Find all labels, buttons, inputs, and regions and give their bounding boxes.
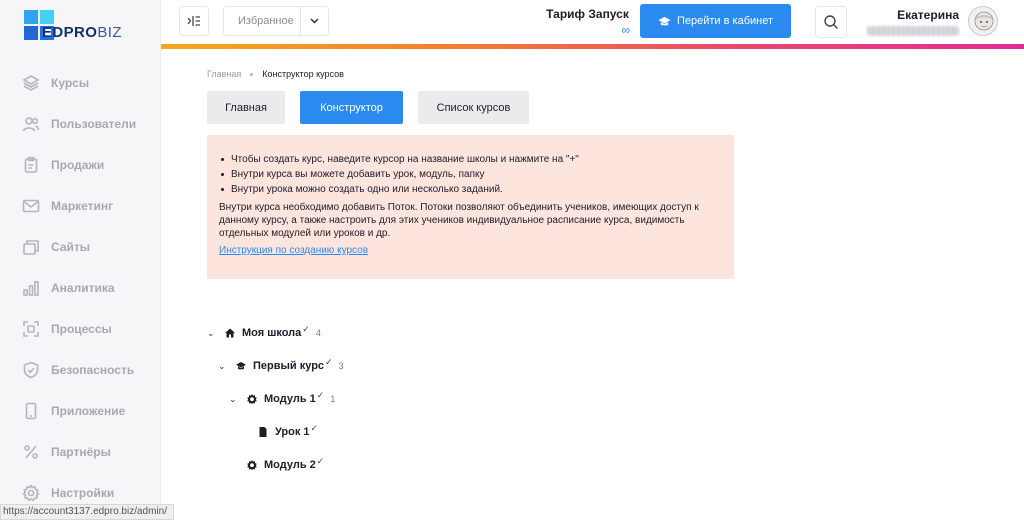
tariff-info: Тариф Запуск ∞: [545, 7, 630, 37]
sidebar-item-label: Сайты: [51, 239, 90, 254]
tree-node-label: Модуль 1: [264, 393, 316, 405]
home-icon: [224, 327, 236, 339]
sidebar-item-analytics[interactable]: Аналитика: [0, 267, 160, 308]
main-content: Главная Конструктор курсов Главная Конст…: [161, 49, 1024, 520]
status-bar-url: https://account3137.edpro.biz/admin/: [0, 504, 174, 520]
tree-node-count: 1: [330, 394, 336, 404]
tree-node-course[interactable]: ⌄ Первый курс ✓ 3: [218, 356, 344, 373]
user-email-blurred: [867, 26, 959, 36]
tab-main[interactable]: Главная: [207, 91, 285, 124]
topbar: Избранное Тариф Запуск ∞ Перейти в кабин…: [161, 0, 1024, 44]
sidebar-item-label: Аналитика: [51, 280, 115, 295]
favorites-label: Избранное: [238, 15, 294, 27]
sidebar-item-label: Приложение: [51, 403, 126, 418]
info-bullet: Чтобы создать курс, наведите курсор на н…: [219, 153, 722, 166]
graduation-cap-icon: [658, 16, 671, 25]
info-bullet: Внутри урока можно создать одно или неск…: [219, 183, 722, 196]
tree-node-module-1[interactable]: ⌄ Модуль 1 ✓ 1: [229, 389, 336, 406]
users-icon: [22, 116, 40, 131]
tab-course-list[interactable]: Список курсов: [418, 91, 529, 124]
tree-node-count: 3: [338, 361, 344, 371]
tariff-infinity-icon: ∞: [621, 23, 630, 37]
check-icon: ✓: [325, 356, 333, 367]
breadcrumb-separator: [250, 72, 254, 76]
bar-chart-icon: [23, 280, 39, 296]
sidebar-item-processes[interactable]: Процессы: [0, 308, 160, 349]
process-icon: [23, 320, 39, 337]
gear-icon: [246, 393, 258, 405]
check-icon: ✓: [316, 455, 325, 466]
sidebar-item-users[interactable]: Пользователи: [0, 103, 160, 144]
info-bullets: Чтобы создать курс, наведите курсор на н…: [219, 153, 722, 196]
breadcrumb-home-link[interactable]: Главная: [207, 69, 241, 79]
favorites-select[interactable]: Избранное: [223, 6, 329, 36]
sidebar-item-label: Партнёры: [51, 444, 111, 459]
tree-node-label: Урок 1: [275, 426, 310, 438]
tree-node-school[interactable]: ⌄ Моя школа ✓ 4: [207, 323, 321, 340]
chevron-down-icon[interactable]: ⌄: [207, 328, 219, 339]
user-avatar-icon: [974, 11, 994, 31]
check-icon: ✓: [316, 389, 325, 400]
sidebar-item-sales[interactable]: Продажи: [0, 144, 160, 185]
collapse-sidebar-button[interactable]: [179, 6, 209, 36]
sidebar-item-sites[interactable]: Сайты: [0, 226, 160, 267]
tree-node-count: 4: [315, 328, 321, 338]
tariff-name: Тариф Запуск: [546, 7, 629, 21]
graduation-cap-icon: [235, 360, 247, 372]
sidebar: EDPROBIZ Курсы Пользователи Продажи Марк…: [0, 0, 174, 520]
layers-icon: [22, 74, 40, 91]
sidebar-nav: Курсы Пользователи Продажи Маркетинг Сай…: [0, 62, 160, 513]
breadcrumb: Главная Конструктор курсов: [207, 69, 344, 79]
tree-node-label: Первый курс: [253, 360, 325, 372]
sidebar-item-courses[interactable]: Курсы: [0, 62, 160, 103]
sidebar-item-label: Процессы: [51, 321, 112, 336]
logo-text: EDPROBIZ: [42, 24, 122, 41]
percent-icon: [24, 444, 38, 459]
sidebar-item-label: Курсы: [51, 75, 90, 90]
app-root: EDPROBIZ Курсы Пользователи Продажи Марк…: [0, 0, 1024, 520]
breadcrumb-current: Конструктор курсов: [262, 69, 344, 79]
check-icon: ✓: [310, 422, 319, 433]
avatar[interactable]: [968, 6, 998, 36]
sidebar-item-security[interactable]: Безопасность: [0, 349, 160, 390]
mail-icon: [22, 199, 40, 212]
info-bullet: Внутри курса вы можете добавить урок, мо…: [219, 168, 722, 181]
shield-icon: [23, 361, 39, 378]
info-paragraph: Внутри курса необходимо добавить Поток. …: [219, 202, 699, 239]
chevron-down-icon[interactable]: ⌄: [218, 361, 230, 372]
user-name[interactable]: Екатерина: [891, 8, 959, 22]
info-box: Чтобы создать курс, наведите курсор на н…: [207, 135, 734, 279]
check-icon: ✓: [302, 323, 310, 334]
gear-icon: [246, 459, 258, 471]
sidebar-item-partners[interactable]: Партнёры: [0, 431, 160, 472]
tab-constructor[interactable]: Конструктор: [300, 91, 403, 124]
instruction-link[interactable]: Инструкция по созданию курсов: [219, 244, 368, 257]
go-to-cabinet-button[interactable]: Перейти в кабинет: [640, 4, 791, 38]
tree-node-lesson-1[interactable]: Урок 1 ✓: [252, 422, 319, 438]
sidebar-item-label: Маркетинг: [51, 198, 114, 213]
sidebar-item-label: Безопасность: [51, 362, 135, 377]
collapse-menu-icon: [187, 16, 200, 26]
sidebar-item-marketing[interactable]: Маркетинг: [0, 185, 160, 226]
sidebar-item-label: Настройки: [51, 485, 115, 500]
chevron-down-icon[interactable]: [300, 7, 328, 35]
tree-node-label: Модуль 2: [264, 459, 316, 471]
tree-node-label: Моя школа: [242, 327, 302, 339]
cabinet-button-label: Перейти в кабинет: [676, 15, 774, 27]
gear-icon: [22, 483, 40, 501]
document-icon: [257, 426, 269, 438]
sidebar-item-label: Пользователи: [51, 116, 137, 131]
tree-node-module-2[interactable]: Модуль 2 ✓: [241, 455, 325, 471]
tabs: Главная Конструктор Список курсов: [207, 91, 544, 124]
search-icon: [824, 15, 838, 29]
windows-icon: [23, 239, 39, 255]
chevron-down-icon[interactable]: ⌄: [229, 394, 241, 405]
search-button[interactable]: [815, 6, 847, 38]
clipboard-icon: [24, 156, 38, 173]
logo[interactable]: EDPROBIZ: [24, 10, 122, 40]
phone-icon: [25, 402, 37, 419]
sidebar-item-app[interactable]: Приложение: [0, 390, 160, 431]
sidebar-item-label: Продажи: [51, 157, 105, 172]
